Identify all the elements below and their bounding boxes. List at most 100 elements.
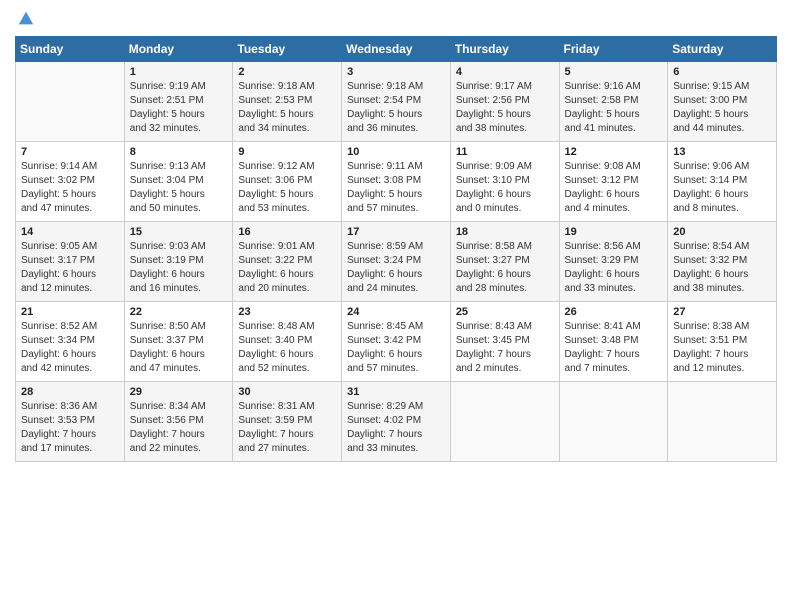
day-info: Sunrise: 9:17 AMSunset: 2:56 PMDaylight:… (456, 80, 554, 136)
day-info: Sunrise: 8:43 AMSunset: 3:45 PMDaylight:… (456, 320, 554, 376)
calendar-cell: 26 Sunrise: 8:41 AMSunset: 3:48 PMDayligh… (559, 302, 668, 382)
day-number: 22 (130, 306, 228, 318)
day-info: Sunrise: 8:56 AMSunset: 3:29 PMDaylight:… (565, 240, 663, 296)
day-info: Sunrise: 8:31 AMSunset: 3:59 PMDaylight:… (238, 400, 336, 456)
day-info: Sunrise: 8:41 AMSunset: 3:48 PMDaylight:… (565, 320, 663, 376)
calendar-cell: 8 Sunrise: 9:13 AMSunset: 3:04 PMDaylight… (124, 142, 233, 222)
day-info: Sunrise: 9:06 AMSunset: 3:14 PMDaylight:… (673, 160, 771, 216)
day-header-friday: Friday (559, 37, 668, 62)
day-header-tuesday: Tuesday (233, 37, 342, 62)
day-info: Sunrise: 9:16 AMSunset: 2:58 PMDaylight:… (565, 80, 663, 136)
day-info: Sunrise: 8:45 AMSunset: 3:42 PMDaylight:… (347, 320, 445, 376)
calendar-cell: 13 Sunrise: 9:06 AMSunset: 3:14 PMDayligh… (668, 142, 777, 222)
day-info: Sunrise: 8:34 AMSunset: 3:56 PMDaylight:… (130, 400, 228, 456)
day-info: Sunrise: 9:15 AMSunset: 3:00 PMDaylight:… (673, 80, 771, 136)
calendar-cell: 18 Sunrise: 8:58 AMSunset: 3:27 PMDayligh… (450, 222, 559, 302)
calendar-week-row: 7 Sunrise: 9:14 AMSunset: 3:02 PMDaylight… (16, 142, 777, 222)
day-number: 1 (130, 66, 228, 78)
calendar-week-row: 28 Sunrise: 8:36 AMSunset: 3:53 PMDayligh… (16, 382, 777, 462)
calendar-cell: 10 Sunrise: 9:11 AMSunset: 3:08 PMDayligh… (342, 142, 451, 222)
day-number: 18 (456, 226, 554, 238)
calendar-cell: 22 Sunrise: 8:50 AMSunset: 3:37 PMDayligh… (124, 302, 233, 382)
day-info: Sunrise: 9:09 AMSunset: 3:10 PMDaylight:… (456, 160, 554, 216)
day-number: 25 (456, 306, 554, 318)
day-number: 31 (347, 386, 445, 398)
day-number: 24 (347, 306, 445, 318)
day-number: 16 (238, 226, 336, 238)
calendar-page: SundayMondayTuesdayWednesdayThursdayFrid… (0, 0, 792, 612)
calendar-cell: 17Sunrise: 8:59 AMSunset: 3:24 PMDayligh… (342, 222, 451, 302)
day-info: Sunrise: 8:29 AMSunset: 4:02 PMDaylight:… (347, 400, 445, 456)
day-number: 17 (347, 226, 445, 238)
day-info: Sunrise: 8:38 AMSunset: 3:51 PMDaylight:… (673, 320, 771, 376)
day-number: 15 (130, 226, 228, 238)
day-info: Sunrise: 9:18 AMSunset: 2:53 PMDaylight:… (238, 80, 336, 136)
calendar-cell: 20 Sunrise: 8:54 AMSunset: 3:32 PMDayligh… (668, 222, 777, 302)
day-number: 28 (21, 386, 119, 398)
day-info: Sunrise: 9:05 AMSunset: 3:17 PMDaylight:… (21, 240, 119, 296)
calendar-cell (559, 382, 668, 462)
day-number: 2 (238, 66, 336, 78)
calendar-cell: 2 Sunrise: 9:18 AMSunset: 2:53 PMDaylight… (233, 62, 342, 142)
day-number: 29 (130, 386, 228, 398)
calendar-cell: 4 Sunrise: 9:17 AMSunset: 2:56 PMDaylight… (450, 62, 559, 142)
day-info: Sunrise: 8:54 AMSunset: 3:32 PMDaylight:… (673, 240, 771, 296)
calendar-week-row: 1 Sunrise: 9:19 AMSunset: 2:51 PMDaylight… (16, 62, 777, 142)
calendar-table: SundayMondayTuesdayWednesdayThursdayFrid… (15, 36, 777, 462)
day-info: Sunrise: 8:58 AMSunset: 3:27 PMDaylight:… (456, 240, 554, 296)
logo-icon (17, 10, 35, 28)
day-header-wednesday: Wednesday (342, 37, 451, 62)
calendar-cell: 31 Sunrise: 8:29 AMSunset: 4:02 PMDayligh… (342, 382, 451, 462)
calendar-cell: 29 Sunrise: 8:34 AMSunset: 3:56 PMDayligh… (124, 382, 233, 462)
calendar-cell (16, 62, 125, 142)
day-info: Sunrise: 9:03 AMSunset: 3:19 PMDaylight:… (130, 240, 228, 296)
day-info: Sunrise: 8:36 AMSunset: 3:53 PMDaylight:… (21, 400, 119, 456)
calendar-cell: 23Sunrise: 8:48 AMSunset: 3:40 PMDayligh… (233, 302, 342, 382)
day-header-monday: Monday (124, 37, 233, 62)
day-header-thursday: Thursday (450, 37, 559, 62)
logo (15, 10, 36, 28)
day-info: Sunrise: 8:50 AMSunset: 3:37 PMDaylight:… (130, 320, 228, 376)
day-info: Sunrise: 9:18 AMSunset: 2:54 PMDaylight:… (347, 80, 445, 136)
calendar-cell: 28 Sunrise: 8:36 AMSunset: 3:53 PMDayligh… (16, 382, 125, 462)
day-info: Sunrise: 8:52 AMSunset: 3:34 PMDaylight:… (21, 320, 119, 376)
calendar-cell: 7 Sunrise: 9:14 AMSunset: 3:02 PMDaylight… (16, 142, 125, 222)
header (15, 10, 777, 28)
day-number: 3 (347, 66, 445, 78)
day-info: Sunrise: 9:08 AMSunset: 3:12 PMDaylight:… (565, 160, 663, 216)
day-number: 21 (21, 306, 119, 318)
day-info: Sunrise: 9:11 AMSunset: 3:08 PMDaylight:… (347, 160, 445, 216)
day-header-saturday: Saturday (668, 37, 777, 62)
day-info: Sunrise: 8:48 AMSunset: 3:40 PMDaylight:… (238, 320, 336, 376)
day-number: 10 (347, 146, 445, 158)
day-info: Sunrise: 9:14 AMSunset: 3:02 PMDaylight:… (21, 160, 119, 216)
calendar-body: 1 Sunrise: 9:19 AMSunset: 2:51 PMDaylight… (16, 62, 777, 462)
day-number: 20 (673, 226, 771, 238)
day-number: 27 (673, 306, 771, 318)
calendar-cell: 15 Sunrise: 9:03 AMSunset: 3:19 PMDayligh… (124, 222, 233, 302)
calendar-cell: 5Sunrise: 9:16 AMSunset: 2:58 PMDaylight… (559, 62, 668, 142)
day-number: 4 (456, 66, 554, 78)
calendar-cell: 25 Sunrise: 8:43 AMSunset: 3:45 PMDayligh… (450, 302, 559, 382)
day-info: Sunrise: 9:13 AMSunset: 3:04 PMDaylight:… (130, 160, 228, 216)
day-number: 7 (21, 146, 119, 158)
day-number: 26 (565, 306, 663, 318)
calendar-cell: 24 Sunrise: 8:45 AMSunset: 3:42 PMDayligh… (342, 302, 451, 382)
calendar-cell: 12 Sunrise: 9:08 AMSunset: 3:12 PMDayligh… (559, 142, 668, 222)
calendar-header-row: SundayMondayTuesdayWednesdayThursdayFrid… (16, 37, 777, 62)
calendar-cell: 14Sunrise: 9:05 AMSunset: 3:17 PMDayligh… (16, 222, 125, 302)
calendar-cell: 9Sunrise: 9:12 AMSunset: 3:06 PMDaylight… (233, 142, 342, 222)
calendar-cell: 21 Sunrise: 8:52 AMSunset: 3:34 PMDayligh… (16, 302, 125, 382)
calendar-cell (668, 382, 777, 462)
calendar-cell: 6 Sunrise: 9:15 AMSunset: 3:00 PMDaylight… (668, 62, 777, 142)
day-number: 13 (673, 146, 771, 158)
calendar-cell: 30 Sunrise: 8:31 AMSunset: 3:59 PMDayligh… (233, 382, 342, 462)
day-number: 6 (673, 66, 771, 78)
day-number: 30 (238, 386, 336, 398)
day-info: Sunrise: 9:01 AMSunset: 3:22 PMDaylight:… (238, 240, 336, 296)
day-number: 8 (130, 146, 228, 158)
day-number: 19 (565, 226, 663, 238)
day-info: Sunrise: 9:19 AMSunset: 2:51 PMDaylight:… (130, 80, 228, 136)
calendar-cell: 27 Sunrise: 8:38 AMSunset: 3:51 PMDayligh… (668, 302, 777, 382)
day-number: 12 (565, 146, 663, 158)
